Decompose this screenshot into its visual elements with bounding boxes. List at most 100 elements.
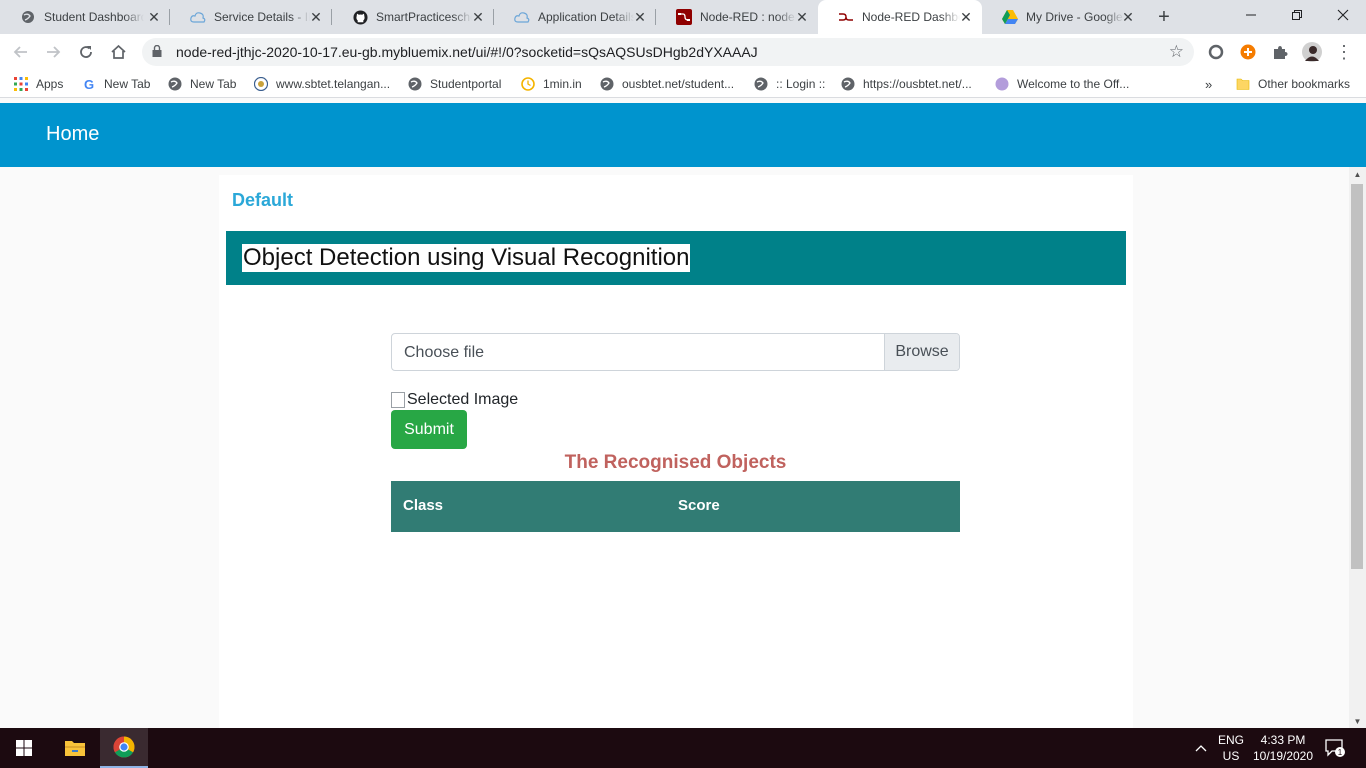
close-tab-icon[interactable]: ✕ [308, 9, 324, 25]
results-heading: The Recognised Objects [564, 452, 787, 473]
file-chooser[interactable]: Choose file Browse [391, 333, 960, 371]
clock-date: 10/19/2020 [1252, 749, 1314, 763]
close-tab-icon[interactable]: ✕ [794, 9, 810, 25]
tab-title: Application Details [538, 10, 634, 24]
bookmark-label: ousbtet.net/student... [622, 77, 735, 91]
globe-icon [20, 9, 36, 25]
bookmark-new-tab[interactable]: New Tab [168, 75, 236, 93]
tab-title: Service Details - IBM [214, 10, 310, 24]
scroll-up-arrow-icon[interactable]: ▲ [1349, 167, 1366, 181]
clock-icon [521, 77, 535, 91]
submit-button[interactable]: Submit [391, 410, 467, 449]
home-icon[interactable] [106, 40, 130, 64]
tray-chevron-up-icon[interactable] [1190, 728, 1212, 768]
node-red-icon [676, 9, 692, 25]
bookmark-ousbtet[interactable]: https://ousbtet.net/... [841, 75, 972, 93]
tab-smartpracticeschool[interactable]: SmartPracticeschool ✕ [332, 0, 494, 34]
bookmark-label: Welcome to the Off... [1017, 77, 1130, 91]
tab-title: Node-RED : node-red [700, 10, 796, 24]
tab-service-details[interactable]: Service Details - IBM ✕ [170, 0, 332, 34]
clock-time: 4:33 PM [1260, 733, 1306, 747]
bookmark-ousbtet-student[interactable]: ousbtet.net/student... [600, 75, 734, 93]
browse-button[interactable]: Browse [884, 334, 959, 370]
circle-icon [995, 77, 1009, 91]
globe-icon [168, 77, 182, 91]
other-bookmarks[interactable]: Other bookmarks [1236, 75, 1350, 93]
column-header-class[interactable]: Class [403, 497, 443, 514]
bookmark-label: https://ousbtet.net/... [863, 77, 972, 91]
browser-toolbar: node-red-jthjc-2020-10-17.eu-gb.mybluemi… [0, 34, 1366, 70]
bookmark-welcome[interactable]: Welcome to the Off... [995, 75, 1129, 93]
close-tab-icon[interactable]: ✕ [958, 9, 974, 25]
apps-grid-icon [14, 77, 28, 91]
dashboard-group-card: Default Object Detection using Visual Re… [219, 175, 1133, 728]
tab-title: My Drive - Google Drive [1026, 10, 1124, 24]
profile-avatar[interactable] [1302, 42, 1322, 62]
windows-start-icon[interactable] [0, 728, 48, 768]
address-bar[interactable]: node-red-jthjc-2020-10-17.eu-gb.mybluemi… [142, 38, 1194, 66]
close-tab-icon[interactable]: ✕ [146, 9, 162, 25]
bookmarks-overflow-button[interactable]: » [1205, 75, 1212, 93]
scroll-down-arrow-icon[interactable]: ▼ [1349, 714, 1366, 728]
chrome-taskbar-icon[interactable] [100, 728, 148, 768]
bookmark-1min[interactable]: 1min.in [521, 75, 582, 93]
close-tab-icon[interactable]: ✕ [632, 9, 648, 25]
tab-node-red-dashboard[interactable]: Node-RED Dashboard ✕ [818, 0, 982, 34]
column-header-score[interactable]: Score [678, 497, 720, 514]
menu-dots-icon[interactable]: ⋮ [1334, 42, 1354, 62]
tab-student-dashboard[interactable]: Student Dashboard ✕ [0, 0, 170, 34]
close-window-button[interactable] [1320, 0, 1366, 30]
page-title: Home [46, 123, 100, 145]
page-viewport: Home Default Object Detection using Visu… [0, 103, 1366, 728]
folder-icon [1236, 77, 1250, 91]
bookmark-login[interactable]: :: Login :: [754, 75, 825, 93]
extension-icon[interactable] [1206, 42, 1226, 62]
bookmark-apps[interactable]: Apps [14, 75, 63, 93]
dashboard-toolbar: Home [0, 103, 1366, 167]
github-icon [352, 9, 368, 25]
bookmark-label: New Tab [190, 77, 237, 91]
bookmark-label: www.sbtet.telangan... [276, 77, 391, 91]
tab-application-details[interactable]: Application Details ✕ [494, 0, 656, 34]
extension-plus-icon[interactable] [1238, 42, 1258, 62]
clock[interactable]: 4:33 PM 10/19/2020 [1250, 732, 1316, 764]
back-arrow-icon[interactable] [9, 40, 33, 64]
reload-icon[interactable] [74, 40, 98, 64]
windows-taskbar: ENG US 4:33 PM 10/19/2020 1 [0, 728, 1366, 768]
bookmark-label: New Tab [104, 77, 151, 91]
results-table: Class Score [391, 481, 960, 532]
node-red-icon [838, 9, 854, 25]
url-text: node-red-jthjc-2020-10-17.eu-gb.mybluemi… [176, 44, 758, 60]
bookmark-sbtet[interactable]: www.sbtet.telangan... [254, 75, 390, 93]
cloud-icon [190, 9, 206, 25]
globe-icon [600, 77, 614, 91]
bookmark-new-tab-google[interactable]: G New Tab [82, 75, 151, 93]
file-input-label: Choose file [404, 344, 485, 361]
close-tab-icon[interactable]: ✕ [470, 9, 486, 25]
notification-center-icon[interactable]: 1 [1320, 728, 1350, 768]
bookmark-star-icon[interactable]: ☆ [1169, 42, 1184, 62]
bookmark-label: :: Login :: [776, 77, 826, 91]
tab-title: Student Dashboard [44, 10, 144, 24]
file-explorer-icon[interactable] [52, 728, 98, 768]
title-banner: Object Detection using Visual Recognitio… [226, 231, 1126, 285]
page-scrollbar[interactable]: ▲ ▼ [1349, 167, 1366, 728]
group-title: Default [232, 190, 294, 210]
tab-strip: Student Dashboard ✕ Service Details - IB… [0, 0, 1366, 34]
bookmark-studentportal[interactable]: Studentportal [408, 75, 501, 93]
forward-arrow-icon[interactable] [41, 40, 65, 64]
tab-my-drive[interactable]: My Drive - Google Drive ✕ [982, 0, 1144, 34]
lock-icon [152, 44, 166, 60]
globe-icon [408, 77, 422, 91]
new-tab-button[interactable]: + [1152, 5, 1176, 29]
bookmark-label: Studentportal [430, 77, 502, 91]
minimize-button[interactable] [1228, 0, 1274, 30]
image-alt-text: Selected Image [407, 391, 519, 408]
language-indicator[interactable]: ENG US [1214, 732, 1248, 764]
close-tab-icon[interactable]: ✕ [1120, 9, 1136, 25]
restore-button[interactable] [1274, 0, 1320, 30]
selected-image: Selected Image [391, 391, 518, 409]
scrollbar-thumb[interactable] [1351, 184, 1363, 569]
puzzle-extensions-icon[interactable] [1270, 42, 1290, 62]
tab-node-red-editor[interactable]: Node-RED : node-red ✕ [656, 0, 818, 34]
